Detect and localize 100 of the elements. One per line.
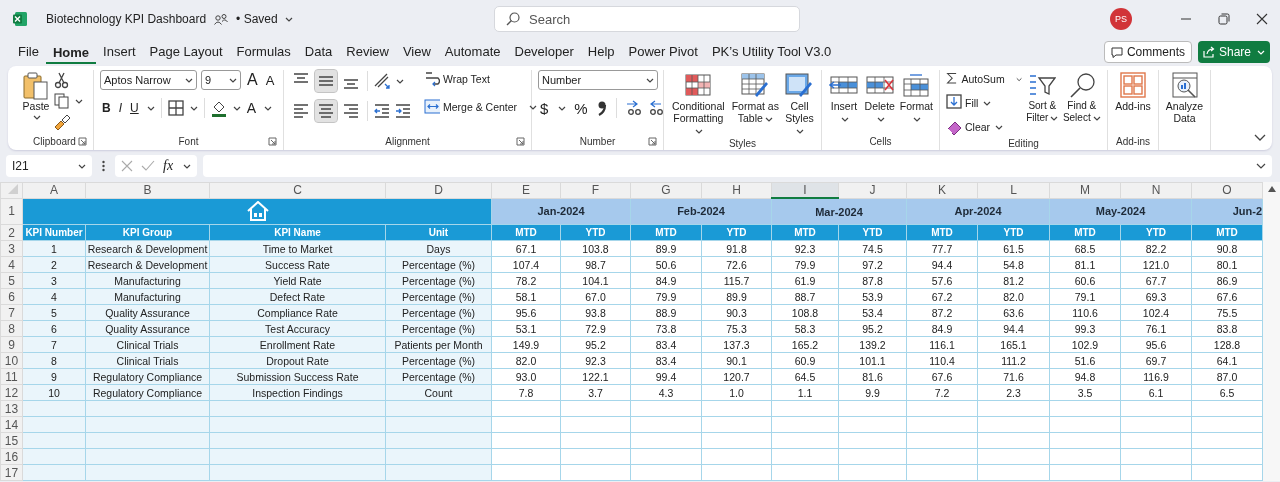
column-header[interactable]: F (560, 182, 631, 198)
caret-icon[interactable] (189, 105, 198, 111)
decrease-font-size-button[interactable]: A (263, 72, 277, 88)
menu-tab[interactable]: Review (339, 39, 396, 65)
increase-indent-icon[interactable] (394, 102, 412, 120)
name-box[interactable]: I21 (6, 155, 92, 177)
column-header[interactable]: A (22, 182, 86, 198)
caret-icon[interactable] (396, 78, 404, 84)
column-header[interactable]: D (385, 182, 492, 198)
month-header: Jan-2024 (491, 198, 631, 225)
menu-tab[interactable]: Help (580, 39, 622, 65)
percent-style-button[interactable]: % (572, 99, 590, 117)
insert-button[interactable]: Insert (828, 70, 860, 124)
merge-center-button[interactable]: Merge & Center (424, 98, 538, 116)
column-header[interactable]: H (701, 182, 772, 198)
italic-button[interactable]: I (116, 101, 124, 115)
bold-button[interactable]: B (100, 101, 113, 115)
borders-icon[interactable] (167, 100, 184, 116)
column-header[interactable]: I (771, 182, 839, 198)
formula-input[interactable] (203, 155, 1272, 177)
caret-icon[interactable] (183, 163, 192, 169)
menu-tab[interactable]: File (11, 39, 46, 65)
menu-tab[interactable]: Automate (437, 39, 508, 65)
menu-tab[interactable]: Power Pivot (621, 39, 705, 65)
home-icon[interactable] (247, 201, 269, 222)
increase-decimal-icon[interactable] (624, 100, 641, 116)
caret-icon[interactable] (75, 98, 83, 104)
format-as-table-button[interactable]: Format as Table (730, 70, 780, 124)
dialog-launcher-icon[interactable] (78, 136, 87, 146)
share-button[interactable]: Share (1197, 41, 1270, 63)
paste-button[interactable]: Paste (22, 70, 50, 120)
font-size-dropdown[interactable]: 9 (201, 70, 241, 90)
decrease-indent-icon[interactable] (373, 102, 391, 120)
add-ins-button[interactable]: Add-ins (1114, 70, 1152, 112)
align-center-icon[interactable] (315, 100, 337, 122)
fill-button[interactable]: Fill (946, 94, 1022, 112)
cut-icon[interactable] (54, 72, 69, 89)
fill-color-icon[interactable] (210, 99, 227, 117)
insert-function-button[interactable]: fx (163, 158, 174, 174)
sort-filter-button[interactable]: Sort & Filter (1024, 70, 1061, 124)
conditional-formatting-button[interactable]: Conditional Formatting (670, 70, 727, 136)
more-options-icon[interactable] (102, 160, 105, 172)
column-header[interactable]: N (1120, 182, 1192, 198)
format-button[interactable]: Format (899, 70, 933, 124)
scroll-up-icon[interactable] (1267, 186, 1276, 192)
column-header[interactable]: E (491, 182, 561, 198)
search-field[interactable]: Search (494, 6, 800, 32)
brush-icon[interactable] (54, 113, 71, 131)
menu-tab[interactable]: Home (45, 40, 97, 64)
caret-icon[interactable] (146, 105, 155, 111)
menu-tab[interactable]: Data (297, 39, 340, 65)
caret-icon[interactable] (264, 105, 273, 111)
font-name-dropdown[interactable]: Aptos Narrow (100, 70, 197, 90)
save-status-button[interactable]: • Saved (236, 12, 293, 26)
cell-styles-button[interactable]: Cell Styles (783, 70, 815, 136)
caret-icon (1050, 115, 1059, 121)
menu-tab[interactable]: PK’s Utility Tool V3.0 (704, 39, 839, 65)
dialog-launcher-icon[interactable] (516, 136, 525, 146)
analyze-data-icon (1171, 72, 1198, 98)
wrap-text-button[interactable]: Wrap Text (424, 70, 538, 88)
menu-tab[interactable]: Page Layout (142, 39, 230, 65)
underline-button[interactable]: U (128, 101, 141, 115)
people-icon[interactable] (214, 13, 229, 25)
copy-icon[interactable] (54, 93, 69, 109)
find-select-button[interactable]: Find & Select (1062, 70, 1101, 124)
close-icon[interactable] (1256, 13, 1268, 25)
menu-tab[interactable]: Formulas (229, 39, 298, 65)
clear-button[interactable]: Clear (946, 118, 1022, 136)
column-header[interactable]: O (1191, 182, 1263, 198)
dialog-launcher-icon[interactable] (648, 136, 657, 146)
comments-button[interactable]: Comments (1103, 41, 1192, 63)
increase-font-size-button[interactable]: A (245, 71, 260, 89)
avatar[interactable]: PS (1110, 8, 1132, 30)
analyze-data-button[interactable]: Analyze Data (1165, 70, 1204, 124)
row-header[interactable]: 1 (0, 198, 23, 225)
column-header[interactable]: K (906, 182, 978, 198)
dialog-launcher-icon[interactable] (268, 136, 277, 146)
currency-format-button[interactable]: $ (538, 99, 551, 117)
column-header[interactable]: B (85, 182, 210, 198)
column-header[interactable]: J (838, 182, 907, 198)
caret-icon[interactable] (232, 105, 241, 111)
number-format-dropdown[interactable]: Number (538, 70, 658, 90)
caret-icon[interactable] (558, 105, 567, 111)
clipboard-icon (23, 70, 49, 100)
menu-tab[interactable]: Developer (507, 39, 581, 65)
restore-icon[interactable] (1218, 13, 1230, 25)
column-header[interactable]: G (630, 182, 702, 198)
autosum-button[interactable]: AutoSum (946, 70, 1022, 88)
column-header[interactable]: M (1049, 182, 1121, 198)
delete-button[interactable]: Delete (863, 70, 896, 124)
vertical-scrollbar[interactable] (1263, 182, 1280, 481)
column-header[interactable]: L (977, 182, 1050, 198)
collapse-ribbon-icon[interactable] (1254, 134, 1266, 142)
middle-align-icon[interactable] (315, 70, 337, 92)
menu-tab[interactable]: View (395, 39, 438, 65)
menu-tab[interactable]: Insert (96, 39, 143, 65)
text-orientation-icon[interactable] (373, 72, 391, 90)
font-color-button[interactable]: A (244, 100, 259, 116)
column-header[interactable]: C (209, 182, 386, 198)
expand-icon[interactable] (1256, 163, 1266, 169)
